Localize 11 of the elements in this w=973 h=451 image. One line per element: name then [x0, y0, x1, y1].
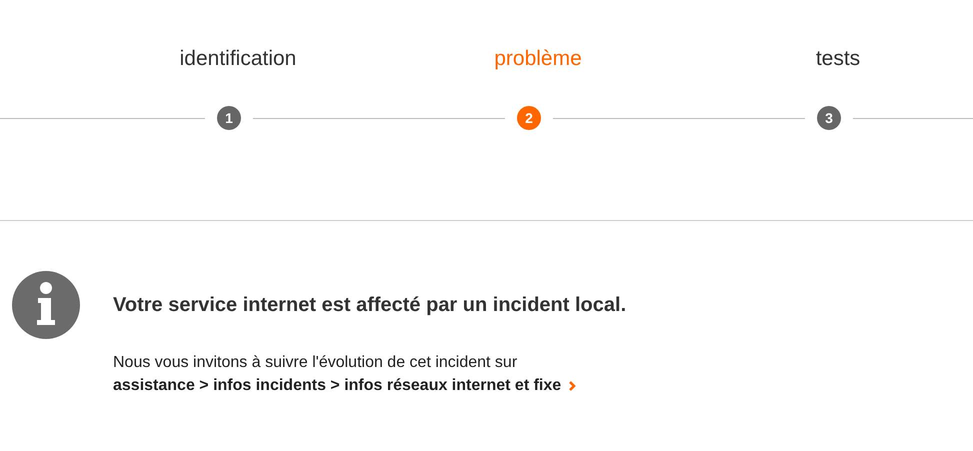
incidents-link[interactable]: assistance > infos incidents > infos réseaux internet et fixe — [113, 374, 576, 397]
step-number: 3 — [817, 106, 841, 130]
info-icon — [12, 271, 80, 339]
step-label: problème — [494, 46, 582, 72]
notice-text: Nous vous invitons à suivre l'évolution de cet incident sur assistance > infos incidents > infos réseaux internet et fixe — [113, 351, 626, 397]
step-number: 2 — [517, 106, 541, 130]
chevron-icon — [569, 380, 576, 390]
step-label: identification — [180, 46, 296, 72]
step-number: 1 — [217, 106, 241, 130]
notice-title: Votre service internet est affecté par un incident local. — [113, 293, 626, 317]
step-label: tests — [816, 46, 860, 72]
